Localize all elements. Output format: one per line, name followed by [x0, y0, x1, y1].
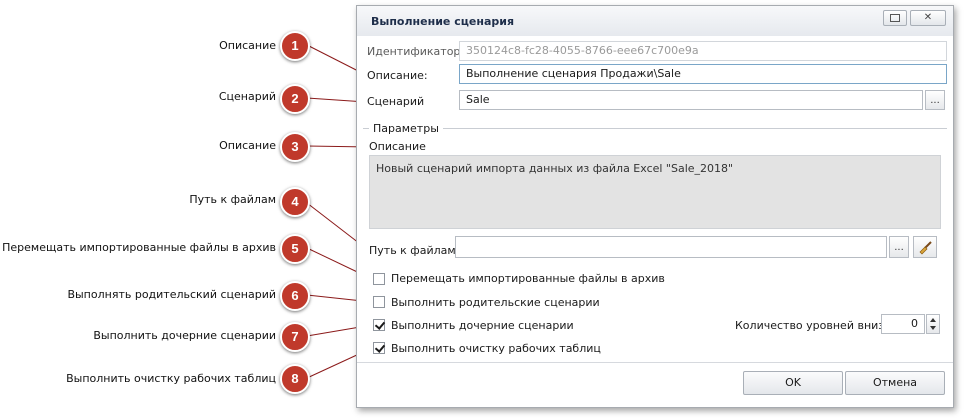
- annotation-badge-3: 3: [280, 132, 310, 162]
- levels-down-input[interactable]: 0: [881, 314, 925, 334]
- identifier-field[interactable]: 350124c8-fc28-4055-8766-eee67c700e9a: [459, 41, 947, 61]
- annotation-label-4: Путь к файлам: [189, 193, 276, 206]
- broom-icon: [919, 241, 932, 255]
- run-scenario-dialog: Выполнение сценария ✕ Идентификатор: 350…: [356, 5, 954, 408]
- params-description-text: Новый сценарий импорта данных из файла E…: [369, 155, 941, 229]
- annotation-badge-5: 5: [280, 234, 310, 264]
- scenario-field[interactable]: Sale: [459, 90, 923, 110]
- scenario-label: Сценарий: [367, 95, 425, 108]
- annotation-badge-8: 8: [280, 364, 310, 394]
- scenario-browse-button[interactable]: ...: [925, 90, 945, 110]
- params-group-label: Параметры: [373, 122, 439, 135]
- annotation-label-3: Описание: [219, 139, 276, 152]
- clean-work-tables-label: Выполнить очистку рабочих таблиц: [391, 342, 601, 355]
- files-path-label: Путь к файлам: [369, 244, 456, 257]
- run-parent-checkbox[interactable]: [373, 296, 385, 308]
- params-description-label: Описание: [369, 140, 426, 153]
- annotation-label-5: Перемещать импортированные файлы в архив: [2, 241, 276, 254]
- annotation-badge-6: 6: [280, 281, 310, 311]
- move-to-archive-label: Перемещать импортированные файлы в архив: [391, 272, 665, 285]
- files-path-clear-button[interactable]: [913, 236, 937, 258]
- run-parent-label: Выполнить родительские сценарии: [391, 296, 600, 309]
- description-field[interactable]: Выполнение сценария Продажи\Sale: [459, 64, 947, 84]
- levels-down-spinner[interactable]: [926, 314, 940, 334]
- levels-down-label: Количество уровней вниз: [735, 319, 885, 332]
- ok-button[interactable]: OK: [743, 371, 843, 395]
- annotation-label-2: Сценарий: [218, 90, 276, 103]
- spin-down-icon: [930, 326, 936, 330]
- restore-button[interactable]: [883, 10, 907, 26]
- dialog-title: Выполнение сценария: [371, 15, 515, 28]
- annotation-label-8: Выполнить очистку рабочих таблиц: [66, 372, 276, 385]
- close-button[interactable]: ✕: [910, 10, 946, 26]
- close-icon: ✕: [923, 12, 933, 23]
- params-divider-right: [443, 128, 947, 129]
- restore-icon: [890, 14, 900, 22]
- description-label: Описание:: [367, 69, 428, 82]
- dialog-titlebar: Выполнение сценария ✕: [357, 6, 953, 36]
- cancel-button[interactable]: Отмена: [845, 371, 945, 395]
- files-path-field[interactable]: [455, 236, 887, 258]
- spin-up-icon: [930, 318, 936, 322]
- run-children-checkbox[interactable]: [373, 319, 385, 331]
- annotation-label-7: Выполнить дочерние сценарии: [93, 329, 276, 342]
- annotation-badge-7: 7: [280, 322, 310, 352]
- annotation-badge-1: 1: [280, 31, 310, 61]
- params-divider-left: [363, 128, 369, 129]
- annotation-badge-2: 2: [280, 84, 310, 114]
- clean-work-tables-checkbox[interactable]: [373, 342, 385, 354]
- move-to-archive-checkbox[interactable]: [373, 273, 385, 285]
- run-children-label: Выполнить дочерние сценарии: [391, 319, 574, 332]
- footer-divider: [357, 362, 953, 363]
- files-path-browse-button[interactable]: ...: [889, 236, 909, 258]
- annotation-label-1: Описание: [219, 39, 276, 52]
- identifier-label: Идентификатор:: [367, 45, 465, 58]
- annotation-label-6: Выполнять родительский сценарий: [67, 288, 276, 301]
- annotation-badge-4: 4: [280, 187, 310, 217]
